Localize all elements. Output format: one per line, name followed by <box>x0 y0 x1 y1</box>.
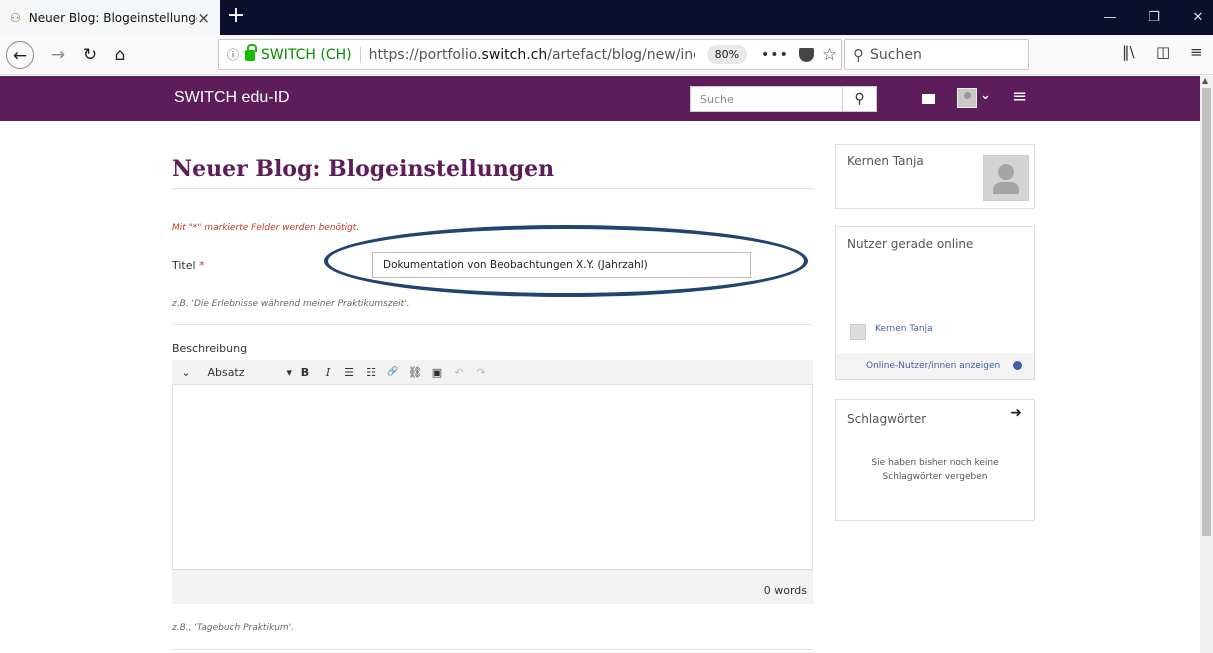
site-header: SWITCH edu-ID Suche ⚲ ⌄ ≡ <box>0 76 1200 121</box>
online-users-heading: Nutzer gerade online <box>847 237 974 251</box>
title-divider <box>172 188 813 189</box>
format-select[interactable]: Absatz <box>200 366 252 379</box>
online-users-panel: Nutzer gerade online Kernen Tanja Online… <box>835 226 1035 380</box>
unlink-icon[interactable]: ⛓ <box>404 366 426 379</box>
url-prefix: https://portfolio. <box>368 46 482 63</box>
italic-icon[interactable]: I <box>318 366 338 379</box>
scroll-up-icon[interactable]: ▲ <box>1202 76 1208 85</box>
info-icon[interactable]: ⓘ <box>227 46 239 63</box>
title-hint: z.B. 'Die Erlebnisse während meiner Prak… <box>172 299 410 309</box>
online-user-avatar[interactable] <box>850 324 866 340</box>
redo-icon[interactable]: ↷ <box>470 366 492 379</box>
description-label: Beschreibung <box>172 342 248 355</box>
restore-icon[interactable]: ❐ <box>1136 0 1172 35</box>
zoom-badge[interactable]: 80% <box>706 45 748 64</box>
browser-search-placeholder: Suchen <box>870 46 922 63</box>
mail-icon[interactable] <box>922 94 935 104</box>
toolbar-toggle-icon[interactable]: ⌄ <box>172 366 200 379</box>
site-search-input[interactable]: Suche <box>690 86 843 112</box>
page-title: Neuer Blog: Blogeinstellungen <box>172 156 555 182</box>
image-icon[interactable]: ▣ <box>426 366 448 379</box>
new-tab-button[interactable]: + <box>224 2 248 30</box>
library-icon[interactable]: ‖\ <box>1122 43 1135 61</box>
close-tab-icon[interactable]: × <box>197 9 210 27</box>
description-editor[interactable] <box>172 384 813 570</box>
link-icon[interactable]: 🔗 <box>382 367 404 377</box>
circle-arrow-icon <box>1013 361 1022 370</box>
tags-heading[interactable]: Schlagwörter <box>836 400 1034 426</box>
editor-statusbar: 0 words <box>172 570 813 604</box>
undo-icon[interactable]: ↶ <box>448 366 470 379</box>
lock-icon <box>245 44 258 61</box>
url-text[interactable]: https://portfolio.switch.ch/artefact/blo… <box>369 47 695 63</box>
page-actions-icon[interactable]: ••• <box>761 47 789 63</box>
browser-tab[interactable]: ⚇ Neuer Blog: Blogeinstellungen × <box>0 0 220 35</box>
editor-toolbar: ⌄ Absatz ▾ B I ☰ ☷ 🔗 ⛓ ▣ ↶ ↷ <box>172 360 813 384</box>
title-label: Titel * <box>172 259 205 272</box>
pocket-icon[interactable] <box>798 47 814 62</box>
section-divider <box>172 324 813 325</box>
profile-avatar[interactable] <box>983 155 1029 201</box>
reload-icon[interactable]: ↻ <box>76 41 104 69</box>
profile-panel: Kernen Tanja <box>835 144 1035 209</box>
tags-empty-line2: Schlagwörter vergeben <box>882 472 988 482</box>
page-scrollbar[interactable]: ▲ <box>1200 76 1213 653</box>
browser-search-box[interactable]: ⚲ Suchen <box>844 39 1029 70</box>
show-online-users-link[interactable]: Online-Nutzer/innen anzeigen <box>836 353 1034 379</box>
sidebar-toggle-icon[interactable]: ◫ <box>1156 43 1170 61</box>
site-brand[interactable]: SWITCH edu-ID <box>174 89 290 107</box>
word-count: 0 words <box>763 584 807 597</box>
site-search-button[interactable]: ⚲ <box>843 86 877 112</box>
chevron-down-icon[interactable]: ⌄ <box>980 88 991 103</box>
tags-empty-message: Sie haben bisher noch keine Schlagwörter… <box>836 456 1034 484</box>
site-menu-icon[interactable]: ≡ <box>1012 86 1027 107</box>
bullet-list-icon[interactable]: ☰ <box>338 366 360 379</box>
bookmark-star-icon[interactable]: ☆ <box>822 45 837 65</box>
scroll-thumb[interactable] <box>1202 88 1211 536</box>
arrow-right-icon[interactable]: ➜ <box>1010 405 1022 421</box>
forward-icon[interactable]: → <box>44 41 72 69</box>
browser-tab-bar: ⚇ Neuer Blog: Blogeinstellungen × + — ❐ … <box>0 0 1213 35</box>
browser-nav-bar: ← → ↻ ⌂ ⓘ SWITCH (CH) https://portfolio.… <box>0 35 1213 75</box>
url-path: /artefact/blog/new/index.ph <box>547 46 694 63</box>
minimize-icon[interactable]: — <box>1092 0 1128 35</box>
user-avatar-icon[interactable] <box>957 88 977 108</box>
tab-title: Neuer Blog: Blogeinstellungen <box>28 10 198 25</box>
home-icon[interactable]: ⌂ <box>106 41 134 69</box>
favicon-icon: ⚇ <box>10 10 21 25</box>
required-fields-note: Mit "*" markierte Felder werden benötigt… <box>172 223 360 233</box>
title-label-text: Titel <box>172 259 196 272</box>
tags-hint: z.B., 'Tagebuch Praktikum'. <box>172 623 294 633</box>
hamburger-menu-icon[interactable]: ≡ <box>1190 43 1203 61</box>
numbered-list-icon[interactable]: ☷ <box>360 366 382 379</box>
bold-icon[interactable]: B <box>292 366 318 379</box>
tags-panel: Schlagwörter ➜ Sie haben bisher noch kei… <box>835 399 1035 521</box>
online-user-link[interactable]: Kernen Tanja <box>875 324 933 334</box>
bottom-divider <box>172 649 813 650</box>
window-close-icon[interactable]: ✕ <box>1180 0 1213 35</box>
address-bar[interactable]: ⓘ SWITCH (CH) https://portfolio.switch.c… <box>218 39 842 70</box>
url-domain: switch.ch <box>481 46 548 63</box>
back-icon[interactable]: ← <box>6 41 34 69</box>
show-online-users-label: Online-Nutzer/innen anzeigen <box>866 361 1001 371</box>
site-identity[interactable]: SWITCH (CH) <box>261 46 361 63</box>
required-marker: * <box>199 259 205 272</box>
format-dropdown-icon[interactable]: ▾ <box>252 366 292 379</box>
search-icon: ⚲ <box>853 45 864 64</box>
tags-empty-line1: Sie haben bisher noch keine <box>871 458 999 468</box>
highlight-ellipse <box>324 225 808 297</box>
